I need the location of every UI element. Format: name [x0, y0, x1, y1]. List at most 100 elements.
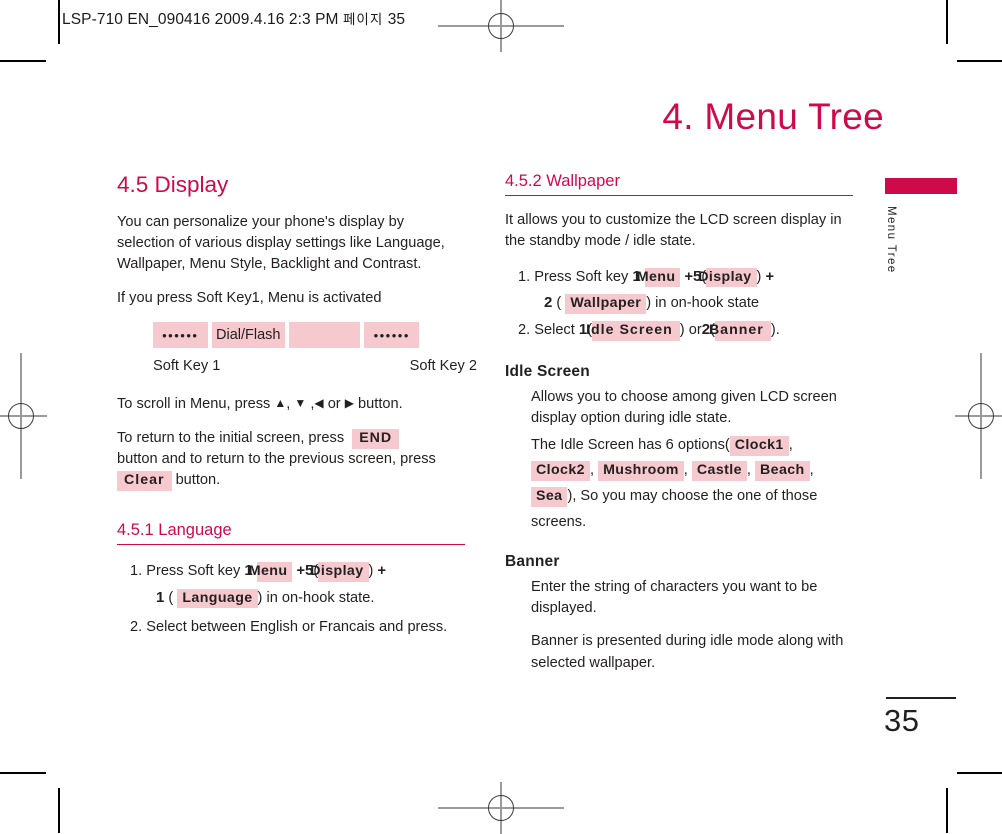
printed-page: LSP-710 EN_090416 2009.4.16 2:3 PM 페이지 3… [0, 0, 1002, 834]
opt-sep-1: , [788, 436, 793, 453]
idle-screen-options-prefix: The Idle Screen has 6 options( [531, 436, 730, 453]
wallpaper-step1-paren-open-2: ( [556, 295, 562, 312]
return-instruction-line: To return to the initial screen, press E… [117, 428, 465, 491]
end-key-chip[interactable]: END [352, 429, 400, 450]
option-chip-mushroom[interactable]: Mushroom [598, 461, 684, 482]
running-head: LSP-710 EN_090416 2009.4.16 2:3 PM 페이지 3… [62, 8, 405, 29]
scroll-or: or [327, 396, 341, 413]
display-intro-paragraph: You can personalize your phone's display… [117, 214, 445, 272]
language-step1-paren-close-1: ) [368, 562, 374, 579]
banner-key-chip[interactable]: Banner [709, 321, 771, 341]
language-step1-plus-1: + [296, 562, 306, 579]
idle-screen-key-chip[interactable]: Idle Screen [586, 321, 680, 341]
arrow-up-icon: ▲ [274, 396, 287, 411]
banner-paragraph-2: Banner is presented during idle mode alo… [531, 633, 844, 671]
language-step1-paren-open-2: ( [168, 589, 174, 606]
wallpaper-step2-paren-close-1: ) [679, 322, 685, 338]
wallpaper-step1-paren-close-2: ) [646, 295, 652, 312]
crop-mark-bottom-right-h [957, 772, 1002, 774]
running-head-korean: 페이지 [343, 12, 384, 28]
opt-sep-4: , [746, 462, 751, 479]
section-heading-display: 4.5 Display [117, 172, 229, 197]
arrow-left-icon: ◀ [314, 396, 324, 411]
idle-screen-options-suffix: ), So you may choose the one of those sc… [531, 488, 818, 530]
running-head-page-ref: 35 [387, 11, 406, 28]
crop-mark-bottom-left-h [0, 772, 46, 774]
crop-mark-bottom-left-v [58, 788, 60, 833]
wallpaper-step-2: 2. Select 1(Idle Screen) or2(Banner). [505, 318, 853, 343]
soft-key-1-label: Soft Key 1 [153, 358, 221, 375]
left-column: 4.5 Display You can personalize your pho… [117, 172, 477, 642]
crop-mark-top-left-v [58, 0, 60, 44]
wallpaper-step1-plus-1: + [684, 268, 694, 285]
menu-key-chip[interactable]: Menu [249, 561, 293, 582]
banner-paragraph-1: Enter the string of characters you want … [531, 579, 818, 617]
wallpaper-step1-num-3: 2 [544, 294, 553, 312]
option-chip-clock1[interactable]: Clock1 [729, 435, 789, 456]
return-text-part1: To return to the initial screen, press [117, 430, 345, 447]
language-step1-prefix: 1. Press Soft key [130, 562, 241, 579]
display-key-chip[interactable]: Display [310, 561, 369, 582]
softkey-activation-line: If you press Soft Key1, Menu is activate… [117, 289, 382, 306]
crop-mark-top-right-h [957, 60, 1002, 62]
language-step1-paren-close-2: ) [257, 589, 263, 606]
subsection-heading-language: 4.5.1 Language [117, 521, 465, 545]
wallpaper-intro-paragraph: It allows you to customize the LCD scree… [505, 212, 842, 249]
wallpaper-step2-prefix: 2. Select [518, 322, 575, 338]
idle-screen-options-paragraph: The Idle Screen has 6 options(Clock1, Cl… [505, 433, 853, 535]
crop-mark-top-left-h [0, 60, 46, 62]
footer-rule [886, 697, 956, 699]
side-tab: Menu Tree [885, 178, 957, 274]
wallpaper-step1-paren-close-1: ) [756, 268, 762, 285]
arrow-down-icon: ▼ [294, 396, 307, 411]
soft-key-2-label: Soft Key 2 [409, 358, 477, 375]
opt-sep-5: , [809, 462, 814, 479]
registration-mark-bottom [438, 782, 564, 834]
registration-mark-left [0, 353, 47, 479]
softkey-segment-dots-right: •••••• [364, 322, 419, 349]
wallpaper-step1-plus-2: + [765, 268, 774, 285]
display-key-chip-right[interactable]: Display [698, 267, 757, 288]
running-head-text: LSP-710 EN_090416 2009.4.16 2:3 PM [62, 11, 339, 28]
option-chip-clock2[interactable]: Clock2 [531, 461, 590, 482]
wallpaper-step1-prefix: 1. Press Soft key [518, 268, 629, 285]
side-tab-bar [885, 178, 957, 194]
language-step-1-continued: 1 ( Language) in on-hook state. [117, 586, 465, 611]
option-chip-sea[interactable]: Sea [531, 487, 568, 507]
term-heading-banner: Banner [505, 553, 560, 571]
language-steps: 1. Press Soft key 1 Menu +5(Display) + 1… [117, 559, 465, 640]
language-step1-tail: in on-hook state. [266, 589, 375, 606]
arrow-right-icon: ▶ [344, 396, 354, 411]
return-text-part2: button and to return to the previous scr… [117, 451, 436, 468]
scroll-comma-1: , [286, 396, 291, 413]
wallpaper-step1-tail: in on-hook state [655, 295, 760, 312]
softkey-bar: •••••• Dial/Flash •••••• [153, 322, 419, 349]
language-step-1: 1. Press Soft key 1 Menu +5(Display) + [117, 559, 465, 584]
crop-mark-top-right-v [946, 0, 948, 44]
subsection-heading-wallpaper: 4.5.2 Wallpaper [505, 172, 853, 196]
return-text-part3: button. [175, 472, 221, 489]
menu-key-chip-right[interactable]: Menu [637, 267, 681, 288]
wallpaper-step-1-continued: 2 ( Wallpaper) in on-hook state [505, 291, 853, 316]
clear-key-chip[interactable]: Clear [117, 471, 172, 491]
opt-sep-3: , [683, 462, 688, 479]
idle-screen-paragraph-1: Allows you to choose among given LCD scr… [531, 388, 837, 426]
term-heading-idle-screen: Idle Screen [505, 362, 590, 380]
scroll-suffix: button. [358, 396, 403, 413]
crop-mark-bottom-right-v [946, 788, 948, 833]
wallpaper-step-1: 1. Press Soft key 1 Menu +5(Display) + [505, 265, 853, 290]
right-column: 4.5.2 Wallpaper It allows you to customi… [505, 172, 853, 686]
option-chip-castle[interactable]: Castle [691, 461, 747, 482]
language-step-2: 2. Select between English or Francais an… [130, 619, 448, 636]
language-step1-plus-2: + [377, 562, 386, 579]
language-key-chip[interactable]: Language [177, 588, 258, 609]
registration-mark-right [955, 353, 1002, 479]
opt-sep-2: , [589, 462, 594, 479]
registration-mark-top [438, 0, 564, 52]
scroll-instruction-line: To scroll in Menu, press ▲, ▼ ,◀ or ▶ bu… [117, 394, 465, 415]
wallpaper-key-chip[interactable]: Wallpaper [565, 294, 647, 315]
side-tab-label: Menu Tree [885, 206, 897, 274]
option-chip-beach[interactable]: Beach [755, 461, 810, 482]
softkey-segment-dial-flash: Dial/Flash [211, 322, 285, 349]
page-number: 35 [884, 703, 920, 738]
